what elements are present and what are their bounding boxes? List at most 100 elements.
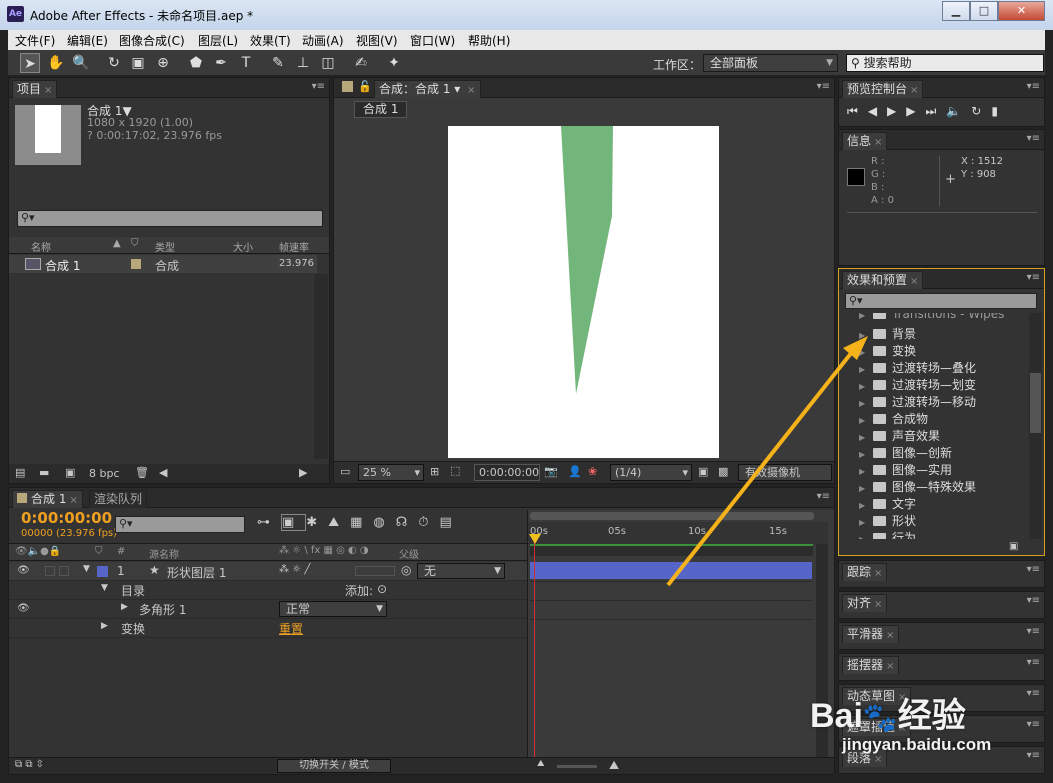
- parent-select[interactable]: 无 ▼: [417, 563, 505, 579]
- effects-item[interactable]: ▶ 过渡转场—划变: [859, 376, 976, 393]
- zoom-tool-icon[interactable]: 🔍: [71, 53, 91, 73]
- live-update-icon[interactable]: ▣: [281, 514, 307, 531]
- blend-mode-select[interactable]: 正常 ▼: [279, 601, 387, 617]
- layer-label-color[interactable]: [97, 566, 108, 577]
- effects-item[interactable]: ▶ 形状: [859, 512, 916, 529]
- timeline-timecode[interactable]: 0:00:00:00: [21, 509, 112, 527]
- region-of-interest-icon[interactable]: ▣: [698, 465, 708, 478]
- menu-edit[interactable]: 编辑(E): [67, 32, 108, 49]
- menu-effect[interactable]: 效果(T): [250, 32, 291, 49]
- audio-icon[interactable]: 🔈: [946, 104, 971, 118]
- panel-menu-icon[interactable]: ▾≡: [1027, 272, 1040, 283]
- project-item-row[interactable]: 合成 1 合成 23.976: [9, 255, 317, 273]
- mini-flowchart-icon[interactable]: ⊶: [257, 515, 281, 530]
- column-source-name[interactable]: 源名称: [149, 546, 179, 561]
- menu-file[interactable]: 文件(F): [15, 32, 55, 49]
- panel-menu-icon[interactable]: ▾≡: [817, 81, 830, 92]
- clone-stamp-tool-icon[interactable]: ⊥: [293, 53, 313, 73]
- close-button[interactable]: ✕: [998, 1, 1045, 21]
- effects-item[interactable]: ▶ 图像—实用: [859, 461, 952, 478]
- project-search-input[interactable]: ⚲▾: [17, 210, 323, 227]
- pan-behind-tool-icon[interactable]: ⊕: [153, 53, 173, 73]
- brush-tool-icon[interactable]: ✎: [268, 53, 288, 73]
- time-graph-scrollbar[interactable]: [816, 544, 828, 774]
- hide-shy-icon[interactable]: ⛰: [328, 515, 350, 530]
- first-frame-icon[interactable]: ⏮: [847, 104, 868, 118]
- pickwhip-icon[interactable]: ◎: [401, 563, 411, 577]
- add-menu-icon[interactable]: ⊙: [377, 582, 387, 596]
- zoom-in-icon[interactable]: ⛰: [609, 758, 619, 773]
- prev-frame-icon[interactable]: ◀: [868, 104, 887, 118]
- tab-align[interactable]: 对齐 ×: [842, 594, 888, 612]
- tab-composition[interactable]: 合成：合成 1 ▾ ×: [374, 80, 481, 98]
- contents-row[interactable]: ▼ 目录 添加: ⊙: [9, 581, 527, 600]
- transform-row[interactable]: ▶ 变换 重置: [9, 619, 527, 638]
- minimize-button[interactable]: ▁: [942, 1, 970, 21]
- show-snapshot-icon[interactable]: 👤: [568, 465, 582, 478]
- bit-depth[interactable]: 8 bpc: [89, 467, 120, 480]
- menu-help[interactable]: 帮助(H): [468, 32, 510, 49]
- panel-menu-icon[interactable]: ▾≡: [1027, 81, 1040, 92]
- expand-triangle-icon[interactable]: ▼: [101, 583, 108, 593]
- project-scrollbar[interactable]: [314, 274, 328, 459]
- zoom-out-icon[interactable]: ⛰: [537, 759, 545, 769]
- new-comp-icon[interactable]: ▣: [65, 466, 75, 479]
- shape-tool-icon[interactable]: ⬟: [186, 53, 206, 73]
- motion-blur-icon[interactable]: ◍: [373, 515, 395, 530]
- graph-editor-icon[interactable]: ▤: [439, 515, 462, 530]
- last-frame-icon[interactable]: ⏭: [926, 104, 947, 118]
- camera-tool-icon[interactable]: ▣: [128, 53, 148, 73]
- menu-animation[interactable]: 动画(A): [302, 32, 344, 49]
- panel-menu-icon[interactable]: ▾≡: [1027, 750, 1040, 761]
- menu-layer[interactable]: 图层(L): [198, 32, 238, 49]
- tab-project[interactable]: 项目 ×: [12, 80, 58, 98]
- loop-icon[interactable]: ↻: [971, 104, 991, 118]
- audio-switch[interactable]: [45, 566, 55, 576]
- new-folder-icon[interactable]: ▣: [1009, 541, 1018, 552]
- help-search-input[interactable]: ⚲ 搜索帮助: [846, 54, 1044, 72]
- effects-item[interactable]: ▶ 声音效果: [859, 427, 940, 444]
- tab-info[interactable]: 信息 ×: [842, 132, 888, 150]
- expand-triangle-icon[interactable]: ▶: [101, 621, 108, 631]
- current-time-indicator[interactable]: [534, 538, 535, 774]
- tab-wiggler[interactable]: 摇摆器 ×: [842, 656, 900, 674]
- always-preview-icon[interactable]: ▭: [340, 465, 350, 478]
- tab-tracker[interactable]: 跟踪 ×: [842, 563, 888, 581]
- panel-menu-icon[interactable]: ▾≡: [1027, 626, 1040, 637]
- tab-render-queue[interactable]: 渲染队列: [89, 490, 148, 508]
- reset-link[interactable]: 重置: [279, 620, 303, 637]
- interpret-footage-icon[interactable]: ▤: [15, 466, 25, 479]
- panel-menu-icon[interactable]: ▾≡: [312, 81, 325, 92]
- zoom-select[interactable]: 25 % ▾: [358, 464, 424, 481]
- effects-search-input[interactable]: ⚲▾: [845, 293, 1037, 309]
- effects-item[interactable]: ▶ 图像—创新: [859, 444, 952, 461]
- frame-blend-icon[interactable]: ▦: [350, 515, 373, 530]
- layer-row[interactable]: 👁 ▼ 1 ★ 形状图层 1 ⁂ ☼ ╱ ◎ 无 ▼: [9, 562, 527, 581]
- hand-tool-icon[interactable]: ✋: [46, 53, 66, 73]
- playhead-icon[interactable]: [529, 534, 541, 544]
- text-tool-icon[interactable]: T: [236, 53, 256, 73]
- new-folder-icon[interactable]: ▬: [39, 466, 49, 479]
- effects-item[interactable]: ▶ 过渡转场—移动: [859, 393, 976, 410]
- camera-select[interactable]: 有效摄像机: [738, 464, 832, 481]
- panel-menu-icon[interactable]: ▾≡: [1027, 595, 1040, 606]
- column-fps[interactable]: 帧速率: [279, 239, 309, 254]
- eye-icon[interactable]: 👁: [17, 565, 30, 576]
- menu-view[interactable]: 视图(V): [356, 32, 398, 49]
- mask-visibility-icon[interactable]: ⬚: [450, 464, 460, 477]
- tab-timeline-comp[interactable]: 合成 1 ×: [12, 490, 83, 508]
- effects-item[interactable]: ▶ 文字: [859, 495, 916, 512]
- play-icon[interactable]: ▶: [887, 104, 906, 118]
- panel-menu-icon[interactable]: ▾≡: [1027, 133, 1040, 144]
- transparency-grid-icon[interactable]: ▩: [718, 465, 728, 478]
- panel-menu-icon[interactable]: ▾≡: [817, 491, 830, 502]
- snapshot-icon[interactable]: 📷: [544, 465, 558, 478]
- brainstorm-icon[interactable]: ☊: [396, 515, 419, 530]
- tab-preview[interactable]: 预览控制台 ×: [842, 80, 924, 98]
- trash-icon[interactable]: 🗑: [135, 466, 149, 479]
- eye-icon[interactable]: 👁: [17, 603, 30, 614]
- comp-timecode[interactable]: 0:00:00:00: [474, 464, 540, 481]
- next-frame-icon[interactable]: ▶: [906, 104, 925, 118]
- auto-keyframe-icon[interactable]: ⏱: [418, 515, 439, 530]
- toggle-switches-modes-button[interactable]: 切换开关 / 模式: [277, 759, 391, 773]
